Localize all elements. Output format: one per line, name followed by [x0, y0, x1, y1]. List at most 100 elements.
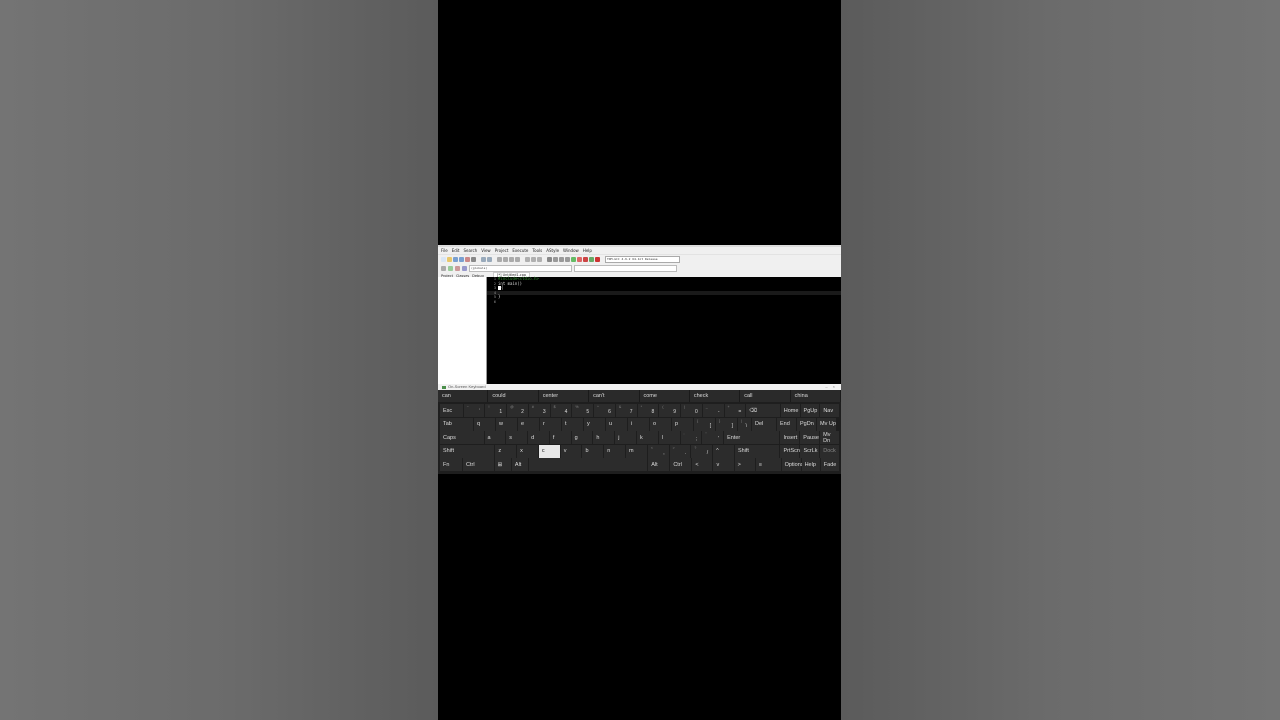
project-browser[interactable]: [438, 277, 487, 384]
suggestion-item[interactable]: check: [690, 390, 741, 402]
key-e[interactable]: e: [518, 417, 539, 431]
check-icon[interactable]: [571, 257, 576, 262]
key-symbol[interactable]: " ': [702, 431, 724, 444]
compile-icon[interactable]: [547, 257, 552, 262]
menu-view[interactable]: View: [481, 247, 491, 254]
key-pgdn[interactable]: PgDn: [797, 417, 816, 431]
key-h[interactable]: h: [593, 431, 615, 444]
key-symbol[interactable]: ⊞: [494, 458, 511, 471]
menu-project[interactable]: Project: [495, 247, 509, 254]
key-nav[interactable]: Nav: [820, 404, 840, 417]
menu-astyle[interactable]: AStyle: [546, 247, 559, 254]
key-f[interactable]: f: [549, 431, 571, 444]
key-ctrl[interactable]: Ctrl: [670, 458, 692, 471]
key-w[interactable]: w: [496, 417, 517, 431]
key-d[interactable]: d: [528, 431, 549, 444]
replace-icon[interactable]: [503, 257, 508, 262]
goto-icon[interactable]: [509, 257, 514, 262]
key-symbol[interactable]: }]: [716, 417, 737, 431]
key-space[interactable]: [529, 458, 648, 471]
save-icon[interactable]: [453, 257, 458, 262]
menu-file[interactable]: File: [441, 247, 448, 254]
key-9[interactable]: (9: [659, 404, 681, 417]
key-end[interactable]: End: [777, 417, 796, 431]
key-insert[interactable]: Insert: [780, 431, 800, 444]
stop-icon[interactable]: [577, 257, 582, 262]
key-shift[interactable]: Shift: [734, 444, 780, 458]
key-g[interactable]: g: [571, 431, 593, 444]
key-2[interactable]: @2: [507, 404, 528, 417]
key-symbol[interactable]: <,: [647, 444, 669, 458]
new-project-icon[interactable]: [441, 265, 446, 271]
key-fade[interactable]: Fade: [820, 458, 839, 471]
key-n[interactable]: n: [604, 444, 626, 458]
open-file-icon[interactable]: [447, 257, 452, 262]
key-symbol[interactable]: :;: [680, 431, 702, 444]
key-mvdn[interactable]: Mv Dn: [820, 431, 839, 444]
key-5[interactable]: % 5: [572, 404, 594, 417]
suggestion-item[interactable]: come: [640, 390, 690, 402]
key-z[interactable]: z: [495, 444, 517, 458]
rebuild-icon[interactable]: [565, 257, 570, 262]
key-help[interactable]: Help: [801, 458, 820, 471]
key-pause[interactable]: Pause: [800, 431, 820, 444]
suggestion-item[interactable]: call: [740, 390, 791, 402]
key-symbol[interactable]: ? /: [691, 444, 713, 458]
key-scrlk[interactable]: ScrLk: [800, 444, 820, 458]
key-c[interactable]: c: [538, 444, 560, 458]
key-s[interactable]: s: [506, 431, 528, 444]
menu-help[interactable]: Help: [583, 247, 592, 254]
key-home[interactable]: Home: [780, 404, 800, 417]
key-j[interactable]: j: [615, 431, 636, 444]
menu-tools[interactable]: Tools: [532, 247, 542, 254]
key-fn[interactable]: Fn: [440, 458, 463, 471]
key-symbol[interactable]: >: [734, 458, 755, 471]
menu-edit[interactable]: Edit: [452, 247, 460, 254]
code-editor[interactable]: 1 #include<stdio.h> 2 int main() 3{4 5} 6: [487, 276, 841, 384]
key-symbol[interactable]: ~ `: [463, 404, 485, 417]
key-4[interactable]: $4: [550, 404, 572, 417]
key-pgup[interactable]: PgUp: [800, 404, 820, 417]
scope-select[interactable]: (globals): [469, 264, 572, 272]
compile-run-icon[interactable]: [559, 257, 564, 262]
remove-file-icon[interactable]: [455, 265, 460, 271]
suggestion-item[interactable]: can't: [589, 390, 640, 402]
debug-icon[interactable]: [583, 257, 588, 262]
key-0[interactable]: ) 0: [681, 404, 702, 417]
redo-icon[interactable]: [487, 257, 492, 262]
menu-execute[interactable]: Execute: [512, 247, 528, 254]
key-7[interactable]: & 7: [615, 404, 637, 417]
bookmark-icon[interactable]: [515, 257, 520, 262]
key-options[interactable]: Options: [781, 458, 804, 471]
key-symbol[interactable]: _ -: [702, 404, 724, 417]
key-a[interactable]: a: [484, 431, 506, 444]
find-icon[interactable]: [497, 257, 502, 262]
key-shift[interactable]: Shift: [440, 444, 495, 458]
key-y[interactable]: y: [584, 417, 605, 431]
key-symbol[interactable]: + =: [724, 404, 746, 417]
key-symbol[interactable]: ⌫: [746, 404, 780, 417]
indent-icon[interactable]: [525, 257, 530, 262]
function-select[interactable]: [574, 264, 677, 272]
key-symbol[interactable]: {[: [694, 417, 715, 431]
key-del[interactable]: Del: [752, 417, 776, 431]
key-r[interactable]: r: [540, 417, 561, 431]
key-v[interactable]: v: [560, 444, 582, 458]
menu-window[interactable]: Window: [563, 247, 579, 254]
key-6[interactable]: ^ 6: [594, 404, 615, 417]
key-8[interactable]: * 8: [637, 404, 659, 417]
suggestion-item[interactable]: center: [539, 390, 590, 402]
suggestion-item[interactable]: can: [438, 390, 489, 402]
profile-icon[interactable]: [589, 257, 594, 262]
menu-search[interactable]: Search: [463, 247, 477, 254]
suggestion-item[interactable]: could: [488, 390, 539, 402]
key-v[interactable]: v: [713, 458, 734, 471]
key-tab[interactable]: Tab: [440, 417, 473, 431]
key-dock[interactable]: Dock: [820, 444, 840, 458]
key-q[interactable]: q: [474, 417, 495, 431]
key-symbol[interactable]: >.: [669, 444, 691, 458]
delete-profile-icon[interactable]: [595, 257, 600, 262]
key-p[interactable]: p: [672, 417, 693, 431]
key-i[interactable]: i: [628, 417, 649, 431]
print-icon[interactable]: [471, 257, 476, 262]
